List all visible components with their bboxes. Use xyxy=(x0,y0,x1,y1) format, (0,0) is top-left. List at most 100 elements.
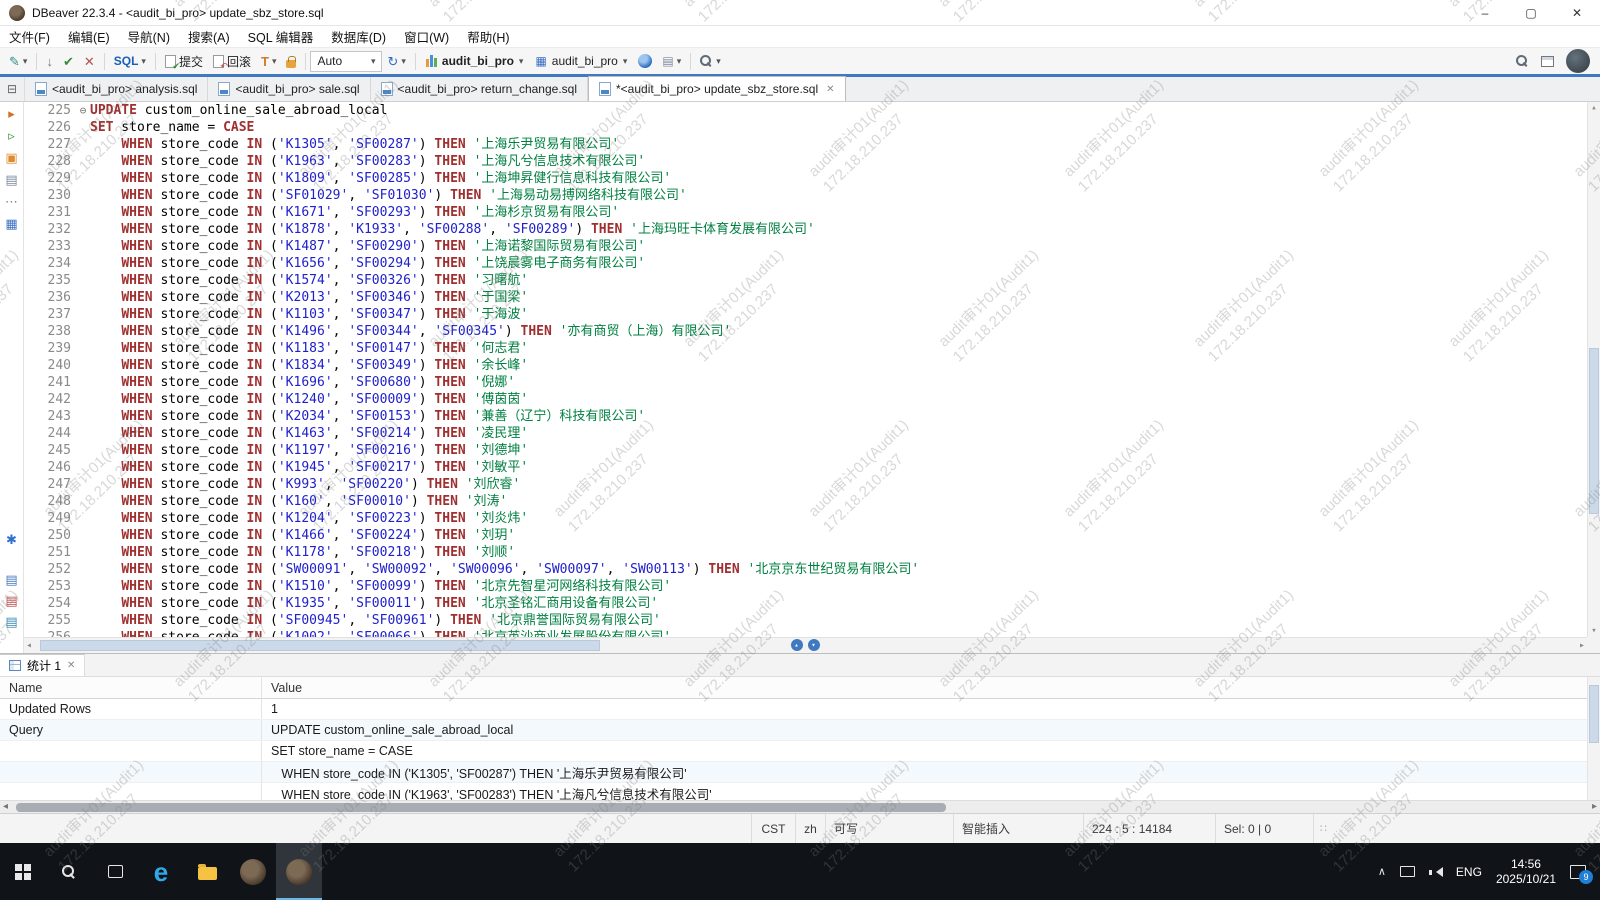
result-row[interactable]: Updated Rows1 xyxy=(0,699,1600,720)
more-icon[interactable]: ⋯ xyxy=(5,194,18,210)
rollback-button[interactable]: 回滚 xyxy=(208,49,256,73)
close-button[interactable]: ✕ xyxy=(1554,0,1600,25)
execute-check-button[interactable]: ✔ xyxy=(58,49,79,73)
scroll-left-icon[interactable]: ◂ xyxy=(3,801,8,812)
result-row[interactable]: WHEN store_code IN ('K1963', 'SF00283') … xyxy=(0,783,1600,800)
line-number: 229 xyxy=(24,170,76,187)
code-line: 256 WHEN store_code IN ('K1002', 'SF0006… xyxy=(24,629,1587,637)
code-area[interactable]: 225⊖UPDATE custom_online_sale_abroad_loc… xyxy=(24,102,1587,637)
name-column-header[interactable]: Name xyxy=(0,677,262,698)
menu-item[interactable]: 文件(F) xyxy=(0,26,59,47)
menu-item[interactable]: SQL 编辑器 xyxy=(239,26,323,47)
fetch-button[interactable]: ↓ xyxy=(41,49,58,73)
result-name-cell: Query xyxy=(0,720,262,740)
display-tray-icon[interactable] xyxy=(1400,866,1415,877)
scroll-right-icon[interactable]: ▸ xyxy=(1592,801,1597,812)
doc-red-icon[interactable]: ▤ xyxy=(5,593,17,609)
results-scroll-thumb[interactable] xyxy=(1589,685,1599,743)
commit-button[interactable]: 提交 xyxy=(160,49,208,73)
value-column-header[interactable]: Value xyxy=(262,677,1600,698)
panel-scroll-thumb[interactable] xyxy=(16,803,946,812)
results-vertical-scrollbar[interactable] xyxy=(1587,677,1600,800)
sql-editor[interactable]: 225⊖UPDATE custom_online_sale_abroad_loc… xyxy=(24,102,1600,653)
restore-views-button[interactable]: ⊟ xyxy=(0,77,25,101)
panel-dropdown-button[interactable]: ▤ ▾ xyxy=(657,49,686,73)
dbeaver-taskbar-button-active[interactable] xyxy=(276,843,322,900)
scroll-right-icon[interactable]: ▸ xyxy=(1579,640,1585,651)
scroll-down-icon[interactable]: ▾ xyxy=(1588,626,1600,636)
tab-close-icon[interactable]: ✕ xyxy=(67,660,75,671)
code-text: WHEN store_code IN ('K993', 'SF00220') T… xyxy=(90,476,520,493)
editor-tab[interactable]: *<audit_bi_pro> update_sbz_store.sql✕ xyxy=(588,76,846,101)
fold-column xyxy=(76,425,90,442)
lock-button[interactable] xyxy=(281,49,301,73)
taskbar-clock[interactable]: 14:56 2025/10/21 xyxy=(1496,857,1556,887)
code-text: WHEN store_code IN ('K1878', 'K1933', 'S… xyxy=(90,221,815,238)
file-explorer-button[interactable] xyxy=(184,843,230,900)
grid-view-icon[interactable]: ▤ xyxy=(5,172,17,188)
edge-button[interactable]: e xyxy=(138,843,184,900)
result-row[interactable]: QueryUPDATE custom_online_sale_abroad_lo… xyxy=(0,720,1600,741)
minimize-button[interactable]: – xyxy=(1462,0,1508,25)
run-icon[interactable]: ▹ xyxy=(8,128,15,144)
scroll-up-icon[interactable]: ▴ xyxy=(1588,103,1600,113)
result-row[interactable]: SET store_name = CASE xyxy=(0,741,1600,762)
statistics-tab[interactable]: 统计 1 ✕ xyxy=(0,654,85,676)
settings-icon[interactable]: ✱ xyxy=(6,532,17,548)
editor-tab[interactable]: <audit_bi_pro> analysis.sql xyxy=(25,77,208,101)
dbeaver-avatar-icon[interactable] xyxy=(1566,49,1590,73)
menu-item[interactable]: 搜索(A) xyxy=(179,26,239,47)
menu-item[interactable]: 窗口(W) xyxy=(395,26,458,47)
fold-collapse-icon[interactable]: ⊖ xyxy=(76,102,90,119)
horizontal-scroll-thumb[interactable] xyxy=(40,640,600,651)
maximize-button[interactable]: ▢ xyxy=(1508,0,1554,25)
editor-tab[interactable]: <audit_bi_pro> return_change.sql xyxy=(371,77,588,101)
scroll-left-icon[interactable]: ◂ xyxy=(26,640,32,651)
menu-item[interactable]: 导航(N) xyxy=(119,26,179,47)
line-number: 240 xyxy=(24,357,76,374)
dbeaver-icon xyxy=(286,859,312,885)
result-row[interactable]: WHEN store_code IN ('K1305', 'SF00287') … xyxy=(0,762,1600,783)
menu-item[interactable]: 帮助(H) xyxy=(458,26,518,47)
sash-up-button[interactable]: ▴ xyxy=(791,639,803,651)
menu-item[interactable]: 编辑(E) xyxy=(59,26,119,47)
transaction-mode-button[interactable]: T ▾ xyxy=(256,49,281,73)
start-button[interactable] xyxy=(0,843,46,900)
refresh-dropdown-button[interactable]: ↻ ▾ xyxy=(382,49,410,73)
output-icon[interactable]: ▦ xyxy=(5,216,17,232)
refresh-icon: ↻ xyxy=(387,55,398,68)
connection-selector[interactable]: audit_bi_pro ▾ xyxy=(420,49,530,73)
action-center-icon[interactable]: 9 xyxy=(1570,865,1586,879)
new-sql-editor-button[interactable]: ✎ ▾ xyxy=(4,49,32,73)
sql-dropdown-button[interactable]: SQL ▾ xyxy=(109,49,151,73)
task-view-button[interactable] xyxy=(92,843,138,900)
status-spacer xyxy=(0,814,752,843)
editor-horizontal-scrollbar[interactable]: ◂ ▴ ▾ ▸ xyxy=(24,637,1587,653)
taskbar-search-button[interactable] xyxy=(46,843,92,900)
dbeaver-taskbar-button[interactable] xyxy=(230,843,276,900)
quick-search-icon[interactable] xyxy=(1516,55,1529,68)
tab-close-icon[interactable]: ✕ xyxy=(826,84,834,95)
vertical-scroll-thumb[interactable] xyxy=(1589,348,1599,514)
editor-vertical-scrollbar[interactable]: ▴ ▾ xyxy=(1587,102,1600,637)
menu-item[interactable]: 数据库(D) xyxy=(322,26,395,47)
input-language[interactable]: ENG xyxy=(1456,865,1482,879)
sash-down-button[interactable]: ▾ xyxy=(808,639,820,651)
console-icon[interactable]: ▸ xyxy=(8,106,15,122)
doc-blue-icon[interactable]: ▤ xyxy=(5,572,17,588)
auto-commit-combo[interactable]: Auto ▾ xyxy=(310,51,382,72)
toolbar-separator xyxy=(305,53,306,70)
tray-expand-icon[interactable]: ∧ xyxy=(1378,865,1386,878)
navigator-button[interactable] xyxy=(633,49,657,73)
perspective-icon[interactable] xyxy=(1541,56,1554,67)
cancel-button[interactable]: ✕ xyxy=(79,49,100,73)
code-line: 247 WHEN store_code IN ('K993', 'SF00220… xyxy=(24,476,1587,493)
volume-icon[interactable] xyxy=(1429,866,1442,878)
search-dropdown-button[interactable]: ▾ xyxy=(695,49,726,73)
panel-horizontal-scrollbar[interactable]: ◂ ▸ xyxy=(0,800,1600,813)
code-line: 252 WHEN store_code IN ('SW00091', 'SW00… xyxy=(24,561,1587,578)
schema-selector[interactable]: ▦ audit_bi_pro ▾ xyxy=(529,49,633,73)
editor-tab[interactable]: <audit_bi_pro> sale.sql xyxy=(208,77,370,101)
script-icon[interactable]: ▣ xyxy=(5,150,17,166)
doc-teal-icon[interactable]: ▤ xyxy=(5,614,17,630)
